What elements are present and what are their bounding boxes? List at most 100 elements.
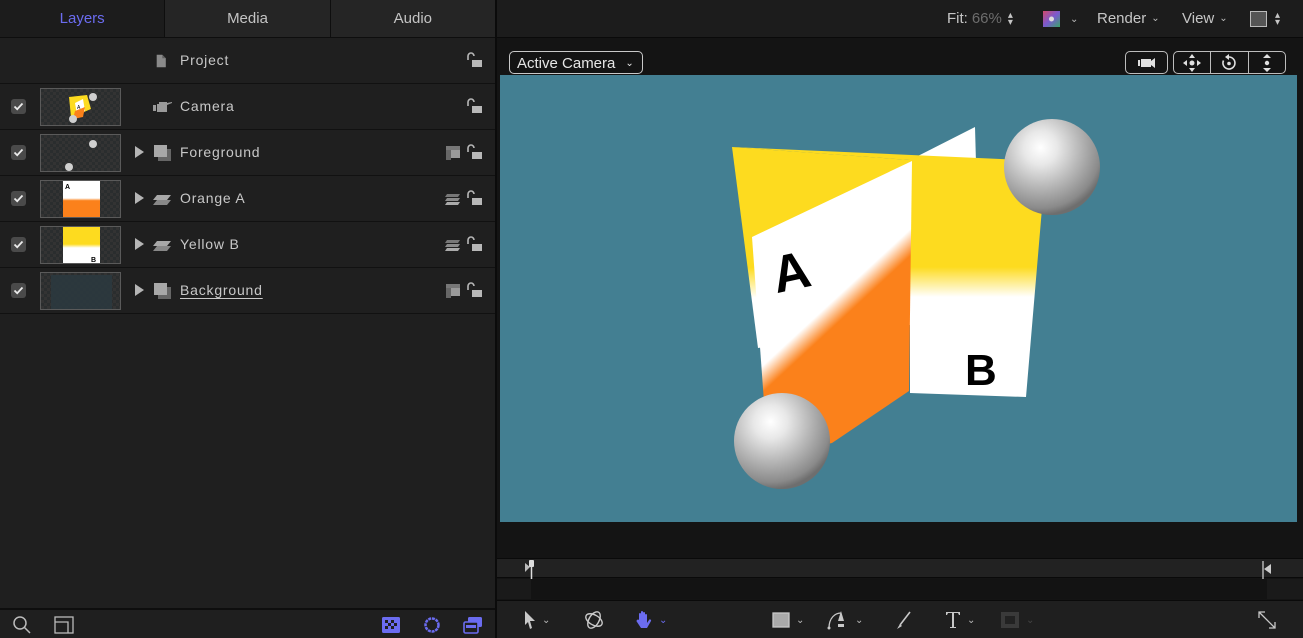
camera-view-icon[interactable]: [1126, 52, 1167, 73]
motion-app: Layers Media Audio Project A Camera Fore…: [0, 0, 1303, 638]
layer-checkbox[interactable]: [11, 237, 26, 252]
tab-layers[interactable]: Layers: [0, 0, 165, 37]
layer-thumbnail: A: [40, 88, 121, 126]
panel-tabs: Layers Media Audio: [0, 0, 495, 38]
layer-name: Project: [180, 52, 230, 68]
chevron-down-icon: ⌄: [855, 614, 864, 626]
layers-panel: Layers Media Audio Project A Camera Fore…: [0, 0, 497, 638]
tools-bar: ⌄ ⌄ ⌄ ⌄ ⌄ ⌄: [497, 600, 1303, 638]
layer-row-project[interactable]: Project: [0, 38, 495, 84]
layer-row-yellow-b[interactable]: B Yellow B: [0, 222, 495, 268]
disclosure-triangle-icon[interactable]: [135, 284, 144, 296]
disclosure-triangle-icon[interactable]: [135, 146, 144, 158]
pan-icon[interactable]: [1174, 52, 1210, 73]
3d-transform-tool[interactable]: [583, 610, 605, 630]
chevron-down-icon: ⌄: [1070, 13, 1079, 25]
checker-icon[interactable]: [381, 615, 401, 635]
color-channels-button[interactable]: ⌄: [1043, 11, 1078, 27]
disclosure-triangle-icon[interactable]: [135, 192, 144, 204]
chevron-down-icon: ⌄: [659, 614, 668, 626]
layer-row-camera[interactable]: A Camera: [0, 84, 495, 130]
disclosure-triangle-icon[interactable]: [135, 238, 144, 250]
layer-checkbox[interactable]: [11, 99, 26, 114]
unlock-icon[interactable]: [466, 98, 483, 114]
pen-tool-icon: [827, 611, 844, 630]
svg-text:A: A: [65, 184, 70, 191]
layer-checkbox[interactable]: [11, 191, 26, 206]
2d-group-icon[interactable]: [445, 145, 461, 161]
tab-audio[interactable]: Audio: [329, 0, 495, 37]
camera-view-button[interactable]: [1125, 51, 1168, 74]
gear-icon[interactable]: [422, 615, 442, 635]
layers-stack-icon[interactable]: [463, 615, 483, 635]
layer-name: Camera: [180, 98, 235, 114]
layers-bottom-bar: [0, 608, 495, 638]
label-b: B: [965, 346, 997, 395]
layer-name: Orange A: [180, 190, 246, 206]
select-tool[interactable]: ⌄: [524, 610, 550, 630]
chevron-down-icon: ⌄: [796, 614, 805, 626]
sphere-top-right[interactable]: [1004, 119, 1100, 215]
paint-stroke-tool[interactable]: [895, 610, 913, 630]
pen-tool[interactable]: ⌄: [827, 610, 863, 630]
unlock-icon[interactable]: [466, 144, 483, 160]
chevron-down-icon: ⌄: [1219, 13, 1228, 24]
3d-stack-icon[interactable]: [445, 237, 461, 253]
select-tool-icon: [525, 611, 535, 629]
active-camera-menu[interactable]: Active Camera ⌄: [509, 51, 643, 74]
viewer-layout-button[interactable]: ▴ ▾: [1250, 11, 1280, 28]
fit-value: 66%: [971, 10, 1002, 27]
render-menu[interactable]: Render ⌄: [1097, 10, 1160, 27]
layer-checkbox[interactable]: [11, 283, 26, 298]
layer-icon: [153, 195, 171, 205]
view-label: View: [1182, 10, 1215, 27]
2d-group-icon[interactable]: [445, 283, 461, 299]
canvas-area[interactable]: A B: [500, 75, 1297, 522]
unlock-icon[interactable]: [466, 52, 483, 68]
camera-icon: [153, 102, 172, 112]
mask-tool-icon: [1001, 612, 1019, 628]
layer-thumbnail: [40, 134, 121, 172]
layer-name: Foreground: [180, 144, 261, 160]
fullscreen-button[interactable]: [1257, 610, 1277, 630]
pan-hand-icon: [636, 611, 652, 628]
unlock-icon[interactable]: [466, 282, 483, 298]
thumbnail-toggle-icon[interactable]: [54, 615, 74, 635]
view-menu[interactable]: View ⌄: [1182, 10, 1228, 27]
canvas-scene: A B: [732, 119, 1100, 489]
stepper-icon: ▴ ▾: [1007, 9, 1013, 28]
fit-label: Fit:: [947, 10, 968, 27]
layer-row-foreground[interactable]: Foreground: [0, 130, 495, 176]
dolly-icon[interactable]: [1247, 52, 1285, 73]
timeline-track: [497, 579, 1303, 599]
paint-stroke-icon: [897, 611, 911, 629]
camera-menu-label: Active Camera: [517, 54, 616, 72]
canvas-viewer: Fit: 66% ▴ ▾ ⌄ Render ⌄ View ⌄ ▴ ▾ Activ…: [497, 0, 1303, 638]
out-point-icon[interactable]: [1262, 561, 1272, 579]
fullscreen-icon: [1258, 611, 1276, 629]
viewer-layout-icon: [1250, 11, 1267, 27]
pan-hand-tool[interactable]: ⌄: [635, 610, 667, 630]
orbit-icon[interactable]: [1210, 52, 1247, 73]
fit-zoom-control[interactable]: Fit: 66% ▴ ▾: [947, 10, 1013, 27]
sphere-bottom-left[interactable]: [734, 393, 830, 489]
3d-stack-icon[interactable]: [445, 191, 461, 207]
layer-row-background[interactable]: Background: [0, 268, 495, 314]
unlock-icon[interactable]: [466, 236, 483, 252]
tab-media[interactable]: Media: [164, 0, 330, 37]
search-icon[interactable]: [12, 615, 32, 635]
layer-checkbox[interactable]: [11, 145, 26, 160]
layers-list: Project A Camera Foreground A Orange A B…: [0, 38, 495, 314]
text-tool[interactable]: ⌄: [945, 610, 975, 630]
layer-row-orange-a[interactable]: A Orange A: [0, 176, 495, 222]
shape-tool[interactable]: ⌄: [772, 610, 804, 630]
mini-timeline[interactable]: [497, 558, 1303, 579]
unlock-icon[interactable]: [466, 190, 483, 206]
group-icon: [154, 145, 171, 161]
layer-thumbnail: B: [40, 226, 121, 264]
playhead-icon[interactable]: [525, 559, 539, 579]
color-channels-icon: [1043, 11, 1060, 27]
layer-icon: [153, 241, 171, 251]
shape-tool-icon: [772, 612, 790, 628]
mask-tool[interactable]: ⌄: [1000, 610, 1034, 630]
